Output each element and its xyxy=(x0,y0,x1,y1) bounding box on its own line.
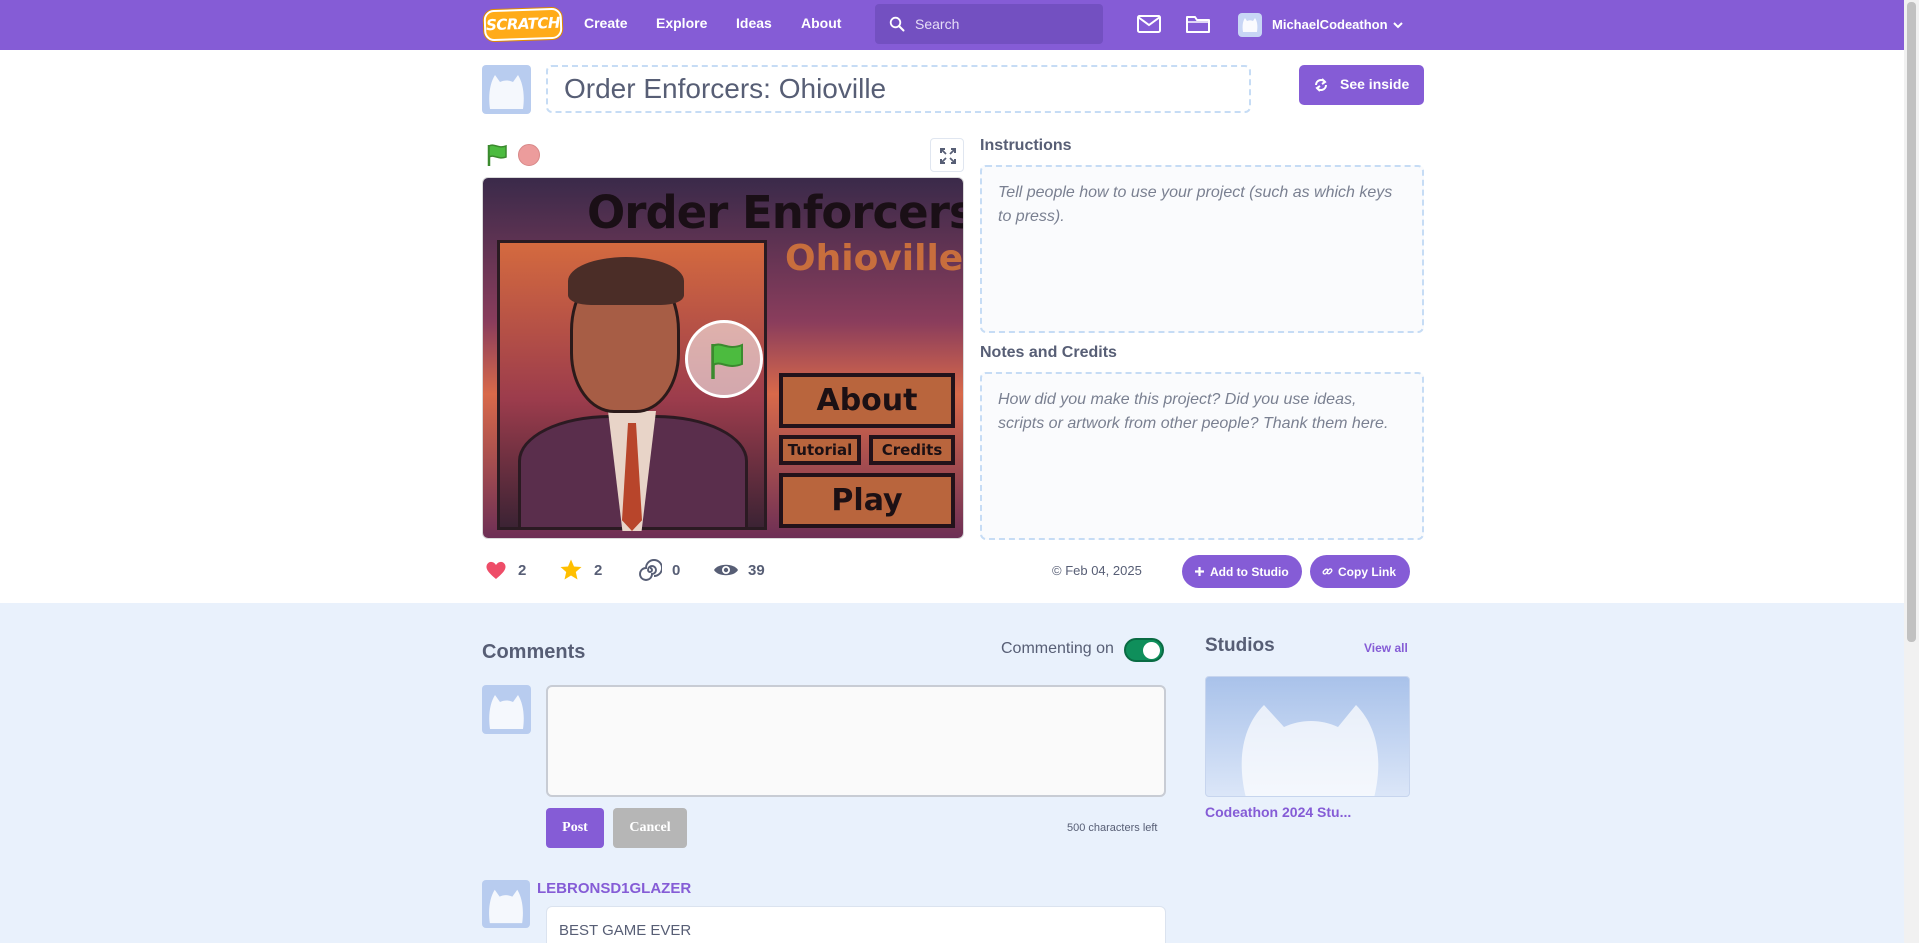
remix-spiral-icon xyxy=(639,559,662,581)
copy-link-label: Copy Link xyxy=(1338,565,1397,579)
search-input[interactable] xyxy=(915,4,1095,44)
studios-heading: Studios xyxy=(1205,635,1275,656)
stop-icon[interactable] xyxy=(518,144,540,166)
copy-link-button[interactable]: Copy Link xyxy=(1310,555,1410,588)
project-author-avatar[interactable] xyxy=(482,65,531,114)
nav-about[interactable]: About xyxy=(801,0,841,50)
heart-icon xyxy=(486,561,506,579)
search-icon xyxy=(889,16,905,32)
top-nav-bar: SCRATCH Create Explore Ideas About Micha… xyxy=(0,0,1904,50)
view-all-studios-link[interactable]: View all xyxy=(1364,641,1408,655)
comments-heading: Comments xyxy=(482,641,586,663)
user-avatar xyxy=(1238,13,1262,37)
my-stuff-folder-icon[interactable] xyxy=(1185,12,1211,36)
instructions-heading: Instructions xyxy=(980,137,1072,154)
fullscreen-button[interactable] xyxy=(930,138,964,172)
add-to-studio-button[interactable]: Add to Studio xyxy=(1182,555,1302,588)
remix-arrows-icon xyxy=(1315,78,1327,92)
messages-icon[interactable] xyxy=(1136,12,1162,36)
commenting-status-label: Commenting on xyxy=(1001,640,1114,657)
project-stage[interactable]: Order Enforcers: Ohioville About Tutoria… xyxy=(482,177,964,539)
scratch-logo[interactable]: SCRATCH xyxy=(483,7,563,42)
studio-name-link[interactable]: Codeathon 2024 Stu... xyxy=(1205,804,1375,820)
stage-credits-button[interactable]: Credits xyxy=(869,435,955,465)
comment-author-name[interactable]: LEBRONSD1GLAZER xyxy=(537,880,691,897)
comment-textarea[interactable] xyxy=(548,687,1164,795)
post-comment-button[interactable]: Post xyxy=(546,808,604,848)
eye-icon xyxy=(714,564,738,576)
scrollbar-thumb[interactable] xyxy=(1907,2,1916,642)
stage-play-button[interactable]: Play xyxy=(779,473,955,528)
shared-date: © Feb 04, 2025 xyxy=(1052,563,1142,578)
commenter-avatar xyxy=(482,685,531,734)
project-title-field[interactable] xyxy=(546,65,1251,113)
nav-explore[interactable]: Explore xyxy=(656,0,707,50)
comment-author-avatar[interactable] xyxy=(482,880,530,928)
nav-ideas[interactable]: Ideas xyxy=(736,0,772,50)
add-to-studio-label: Add to Studio xyxy=(1210,565,1289,579)
see-inside-label: See inside xyxy=(1340,76,1410,92)
star-icon xyxy=(560,559,582,580)
stage-subtitle-text: Ohioville xyxy=(785,238,964,279)
toggle-knob xyxy=(1143,642,1160,659)
views-count: 39 xyxy=(748,562,765,579)
notes-field[interactable] xyxy=(980,372,1424,540)
search-box[interactable] xyxy=(875,4,1103,44)
username-label: MichaelCodeathon xyxy=(1272,17,1388,32)
plus-icon xyxy=(1195,567,1204,576)
instructions-field[interactable] xyxy=(980,165,1424,333)
chevron-down-icon xyxy=(1393,22,1403,29)
green-flag-icon[interactable] xyxy=(484,142,510,168)
notes-textarea[interactable] xyxy=(982,374,1422,538)
notes-heading: Notes and Credits xyxy=(980,344,1117,361)
link-icon xyxy=(1322,568,1333,575)
characters-left-counter: 500 characters left xyxy=(1067,822,1158,834)
instructions-textarea[interactable] xyxy=(982,167,1422,331)
page-scrollbar[interactable] xyxy=(1904,0,1919,943)
fullscreen-icon xyxy=(940,148,956,164)
project-title-input[interactable] xyxy=(548,67,1249,111)
stage-title-text: Order Enforcers: xyxy=(587,186,964,239)
stage-tutorial-button[interactable]: Tutorial xyxy=(779,435,861,465)
comment-input-box[interactable] xyxy=(546,685,1166,797)
start-overlay-button[interactable] xyxy=(685,320,763,398)
favorite-count: 2 xyxy=(594,562,603,579)
studio-thumbnail[interactable] xyxy=(1205,676,1410,797)
stage-about-button[interactable]: About xyxy=(779,373,955,428)
comment-bubble: BEST GAME EVER xyxy=(546,906,1166,943)
cancel-comment-button[interactable]: Cancel xyxy=(613,808,687,848)
green-flag-icon xyxy=(711,343,743,379)
comment-text: BEST GAME EVER xyxy=(559,922,692,939)
remix-count: 0 xyxy=(672,562,681,579)
love-count: 2 xyxy=(518,562,527,579)
nav-create[interactable]: Create xyxy=(584,0,628,50)
see-inside-button[interactable]: See inside xyxy=(1299,65,1424,105)
commenting-toggle[interactable] xyxy=(1124,638,1164,662)
